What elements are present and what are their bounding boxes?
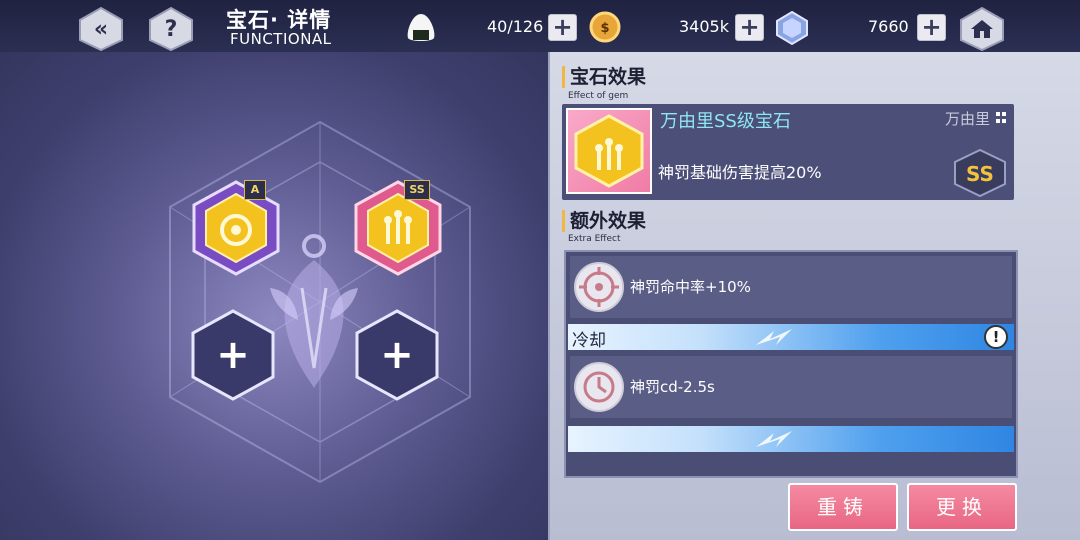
svg-text:SS: SS [966,162,994,186]
rank-badge-a: A [244,180,266,200]
empty-gem-slot-right[interactable]: + [354,308,440,402]
wing-emblem-icon [756,431,792,447]
recast-button[interactable]: 重铸 [788,483,898,531]
detail-panel: 宝石效果 Effect of gem 万由里SS级宝石 万由里 神罚基础伤害提高… [548,52,1080,540]
question-icon: ? [164,16,178,42]
home-icon [971,20,993,38]
extra-effect-text: 神罚cd-2.5s [630,378,715,396]
gold-coin-icon: $ [589,11,621,43]
exclamation-icon[interactable]: ! [984,325,1008,349]
crystal-icon [776,10,808,46]
effect-section-subtitle: Effect of gem [568,91,629,101]
page-subtitle: FUNCTIONAL [230,30,332,48]
more-dots-icon [996,112,1008,126]
coin-count: 3405k [679,17,729,36]
help-button[interactable]: ? [148,6,194,52]
extra-effect-text: 神罚命中率+10% [630,278,751,296]
plus-icon: + [216,332,250,378]
extra-effects-panel: 神罚命中率+10% 冷却 ! 神罚cd-2.5s [564,250,1018,478]
replace-button[interactable]: 更换 [907,483,1017,531]
gem-ss-icon [574,114,644,188]
add-crystals-button[interactable]: + [917,14,946,41]
extra-section-subtitle: Extra Effect [568,234,621,244]
extra-effect-row: 神罚cd-2.5s [570,356,1012,418]
gem-ss-icon [354,180,442,276]
effect-section-title: 宝石效果 [562,66,646,88]
back-button[interactable]: « [78,6,124,52]
svg-text:$: $ [600,21,609,36]
cooldown-bar: 冷却 ! [568,324,1014,351]
add-coins-button[interactable]: + [735,14,764,41]
stamina-count: 40/126 [487,17,544,36]
gem-thumbnail [566,108,652,194]
gem-a-icon [192,180,280,276]
top-bar: « ? 宝石· 详情 FUNCTIONAL 40/126 + $ 3405k +… [0,0,1080,52]
onigiri-icon [407,14,435,41]
back-arrow-icon: « [93,16,109,42]
gem-effect-card: 万由里SS级宝石 万由里 神罚基础伤害提高20% SS [562,104,1014,200]
gem-slot-a[interactable]: A [190,178,282,278]
cooldown-label: 冷却 [572,331,606,351]
crystal-count: 7660 [868,17,909,36]
empty-gem-slot-left[interactable]: + [190,308,276,402]
gem-slot-ss[interactable]: SS [352,178,444,278]
gem-socket-area: A SS + + [0,52,548,540]
wing-emblem-icon [756,329,792,345]
clock-icon [574,362,624,412]
gem-effect-description: 神罚基础伤害提高20% [658,163,822,182]
extra-section-title: 额外效果 [562,210,646,232]
crosshair-icon [574,262,624,312]
extra-effect-row: 神罚命中率+10% [570,256,1012,318]
gem-name: 万由里SS级宝石 [660,111,791,132]
divider-bar [568,426,1014,452]
add-stamina-button[interactable]: + [548,14,577,41]
plus-icon: + [380,332,414,378]
rank-badge-ss: SS [404,180,430,200]
home-button[interactable] [959,6,1005,52]
ss-rank-icon: SS [954,148,1006,198]
gem-owner: 万由里 [944,110,990,128]
